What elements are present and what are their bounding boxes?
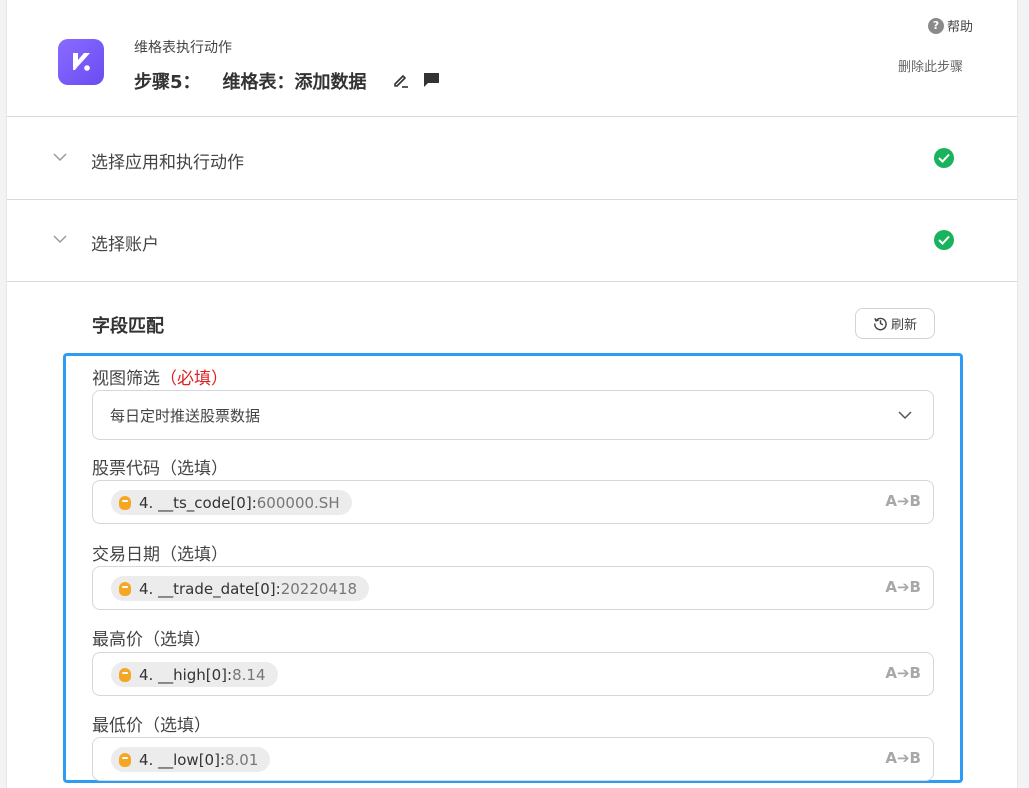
step-panel: 维格表执行动作 步骤5： 维格表：添加数据 ? 帮助 删除此步骤 选择应用和执行动… [6, 0, 1018, 788]
step-variable-icon [119, 581, 131, 596]
field-input-high[interactable]: 4. __high[0]: 8.14 A➔B [92, 652, 934, 696]
help-link[interactable]: ? 帮助 [928, 16, 973, 35]
view-filter-label: 视图筛选（必填） [92, 369, 228, 389]
step-variable-icon [119, 495, 131, 510]
field-label-low: 最低价（选填） [92, 716, 211, 736]
chevron-down-icon [53, 235, 67, 244]
field-label-high: 最高价（选填） [92, 630, 211, 650]
field-input-ts-code[interactable]: 4. __ts_code[0]: 600000.SH A➔B [92, 480, 934, 524]
help-label: 帮助 [947, 20, 974, 35]
field-input-trade-date[interactable]: 4. __trade_date[0]: 20220418 A➔B [92, 566, 934, 610]
step-name: 维格表：添加数据 [222, 72, 367, 93]
view-filter-select[interactable]: 每日定时推送股票数据 [92, 390, 934, 440]
variable-chip[interactable]: 4. __ts_code[0]: 600000.SH [111, 490, 352, 515]
action-subtitle: 维格表执行动作 [134, 40, 232, 56]
text-mode-ab-icon[interactable]: A➔B [885, 664, 921, 682]
section-select-account[interactable]: 选择账户 [7, 200, 1017, 282]
field-label-trade-date: 交易日期（选填） [92, 545, 228, 565]
section-label: 选择应用和执行动作 [91, 153, 244, 173]
chevron-down-icon [898, 411, 912, 420]
refresh-button[interactable]: 刷新 [855, 308, 935, 339]
history-refresh-icon [874, 317, 887, 331]
help-question-icon: ? [928, 17, 944, 34]
field-mapping-title: 字段匹配 [92, 316, 164, 337]
step-header: 维格表执行动作 步骤5： 维格表：添加数据 ? 帮助 删除此步骤 [7, 0, 1017, 117]
section-select-app-action[interactable]: 选择应用和执行动作 [7, 118, 1017, 200]
text-mode-ab-icon[interactable]: A➔B [885, 749, 921, 767]
text-mode-ab-icon[interactable]: A➔B [885, 578, 921, 596]
variable-chip[interactable]: 4. __high[0]: 8.14 [111, 662, 278, 687]
step-variable-icon [119, 667, 131, 682]
vika-app-logo [58, 39, 104, 85]
section-label: 选择账户 [91, 235, 159, 255]
step-variable-icon [119, 752, 131, 767]
success-check-icon [934, 148, 954, 168]
vika-logo-icon [73, 53, 90, 71]
field-input-low[interactable]: 4. __low[0]: 8.01 A➔B [92, 737, 934, 781]
edit-pencil-icon[interactable] [392, 71, 410, 89]
view-filter-value: 每日定时推送股票数据 [110, 407, 261, 425]
success-check-icon [934, 230, 954, 250]
field-label-ts-code: 股票代码（选填） [92, 459, 228, 479]
step-label: 步骤5： [134, 72, 201, 93]
chevron-down-icon [53, 153, 67, 162]
variable-chip[interactable]: 4. __low[0]: 8.01 [111, 747, 271, 772]
text-mode-ab-icon[interactable]: A➔B [885, 492, 921, 510]
required-tag: （必填） [160, 369, 228, 389]
delete-step-link[interactable]: 删除此步骤 [898, 56, 963, 75]
variable-chip[interactable]: 4. __trade_date[0]: 20220418 [111, 576, 370, 601]
comment-icon[interactable] [422, 71, 441, 89]
refresh-label: 刷新 [890, 318, 917, 333]
step-title: 步骤5： 维格表：添加数据 [134, 68, 367, 94]
